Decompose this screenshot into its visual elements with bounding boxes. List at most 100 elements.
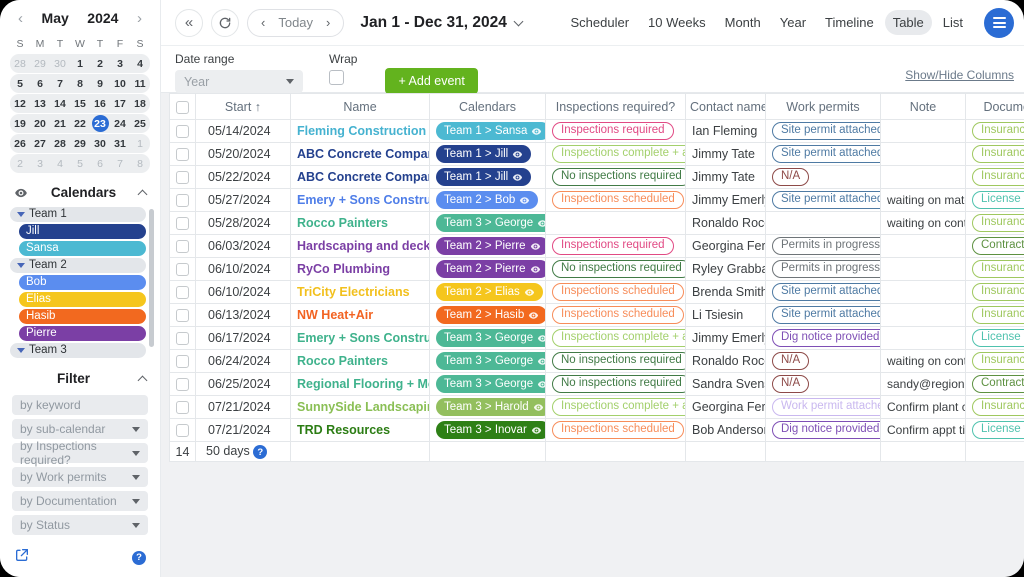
- mini-cal-day[interactable]: 18: [130, 98, 150, 110]
- mini-cal-day[interactable]: 14: [50, 98, 70, 110]
- table-row[interactable]: 06/24/2024Rocco PaintersTeam 3 > GeorgeN…: [170, 350, 1024, 373]
- mini-cal-day[interactable]: 7: [110, 158, 130, 170]
- row-checkbox[interactable]: [176, 309, 189, 322]
- table-row[interactable]: 06/10/2024RyCo PlumbingTeam 2 > PierreNo…: [170, 258, 1024, 281]
- table-row[interactable]: 06/25/2024Regional Flooring + MoreTeam 3…: [170, 373, 1024, 396]
- prev-period-button[interactable]: ‹: [261, 15, 265, 30]
- mini-cal-day[interactable]: 1: [70, 58, 90, 70]
- mini-cal-day[interactable]: 1: [130, 138, 150, 150]
- row-select-cell[interactable]: [170, 373, 196, 396]
- event-name-cell[interactable]: ABC Concrete Company: [291, 166, 430, 189]
- info-icon[interactable]: ?: [253, 445, 267, 459]
- mini-cal-day[interactable]: 6: [90, 158, 110, 170]
- event-name-cell[interactable]: Emery + Sons Construction: [291, 189, 430, 212]
- calendar-item-pierre[interactable]: Pierre: [19, 326, 146, 341]
- mini-cal-day[interactable]: 16: [90, 98, 110, 110]
- row-checkbox[interactable]: [176, 378, 189, 391]
- row-select-cell[interactable]: [170, 235, 196, 258]
- mini-cal-day[interactable]: 3: [30, 158, 50, 170]
- filter-by-inspections-required-[interactable]: by Inspections required?: [12, 443, 148, 463]
- row-checkbox[interactable]: [176, 171, 189, 184]
- help-icon[interactable]: ?: [132, 551, 146, 565]
- row-select-cell[interactable]: [170, 120, 196, 143]
- row-checkbox[interactable]: [176, 148, 189, 161]
- row-checkbox[interactable]: [176, 355, 189, 368]
- row-select-cell[interactable]: [170, 166, 196, 189]
- about-section-header[interactable]: About: [0, 568, 160, 577]
- mini-cal-day[interactable]: 2: [10, 158, 30, 170]
- mini-cal-day[interactable]: 29: [30, 58, 50, 70]
- column-header-inspections-required-[interactable]: Inspections required?: [546, 94, 686, 120]
- chevron-up-icon[interactable]: [138, 376, 148, 386]
- mini-cal-prev-icon[interactable]: ‹: [18, 11, 23, 26]
- calendar-item-sansa[interactable]: Sansa: [19, 241, 146, 256]
- table-row[interactable]: 06/13/2024NW Heat+AirTeam 2 > HasibInspe…: [170, 304, 1024, 327]
- select-all-header[interactable]: [170, 94, 196, 120]
- chevron-up-icon[interactable]: [138, 190, 148, 200]
- table-row[interactable]: 05/20/2024ABC Concrete CompanyTeam 1 > J…: [170, 143, 1024, 166]
- view-tab-month[interactable]: Month: [717, 10, 769, 35]
- view-tab-scheduler[interactable]: Scheduler: [562, 10, 637, 35]
- event-name-cell[interactable]: TriCity Electricians: [291, 281, 430, 304]
- mini-cal-day[interactable]: 28: [50, 138, 70, 150]
- add-event-button[interactable]: + Add event: [385, 68, 477, 94]
- mini-cal-day[interactable]: 23: [90, 115, 110, 132]
- row-select-cell[interactable]: [170, 212, 196, 235]
- mini-cal-day[interactable]: 26: [10, 138, 30, 150]
- view-tab-10-weeks[interactable]: 10 Weeks: [640, 10, 714, 35]
- calendar-item-hasib[interactable]: Hasib: [19, 309, 146, 324]
- filter-by-status[interactable]: by Status: [12, 515, 148, 535]
- mini-cal-day[interactable]: 17: [110, 98, 130, 110]
- mini-cal-day[interactable]: 5: [70, 158, 90, 170]
- table-row[interactable]: 07/21/2024TRD ResourcesTeam 3 > InovarIn…: [170, 419, 1024, 442]
- mini-cal-day[interactable]: 30: [90, 138, 110, 150]
- mini-cal-day[interactable]: 21: [50, 118, 70, 130]
- row-checkbox[interactable]: [176, 263, 189, 276]
- row-checkbox[interactable]: [176, 401, 189, 414]
- next-period-button[interactable]: ›: [326, 15, 330, 30]
- wrap-checkbox[interactable]: [329, 70, 344, 85]
- mini-cal-day[interactable]: 29: [70, 138, 90, 150]
- column-header-contact-name[interactable]: Contact name: [686, 94, 766, 120]
- share-icon[interactable]: [14, 547, 30, 568]
- mini-cal-day[interactable]: 11: [130, 78, 150, 90]
- table-row[interactable]: 06/03/2024Hardscaping and deck remodelTe…: [170, 235, 1024, 258]
- column-header-work-permits[interactable]: Work permits: [766, 94, 881, 120]
- calendars-section-header[interactable]: Calendars: [0, 174, 160, 207]
- mini-cal-day[interactable]: 15: [70, 98, 90, 110]
- mini-cal-day[interactable]: 13: [30, 98, 50, 110]
- mini-cal-day[interactable]: 4: [130, 58, 150, 70]
- event-name-cell[interactable]: Regional Flooring + More: [291, 373, 430, 396]
- table-row[interactable]: 06/10/2024TriCity ElectriciansTeam 2 > E…: [170, 281, 1024, 304]
- collapse-sidebar-button[interactable]: «: [175, 9, 203, 37]
- calendar-item-jill[interactable]: Jill: [19, 224, 146, 239]
- row-select-cell[interactable]: [170, 396, 196, 419]
- event-name-cell[interactable]: Rocco Painters: [291, 350, 430, 373]
- event-name-cell[interactable]: TRD Resources: [291, 419, 430, 442]
- row-select-cell[interactable]: [170, 258, 196, 281]
- selected-day[interactable]: 23: [92, 115, 109, 132]
- mini-cal-day[interactable]: 4: [50, 158, 70, 170]
- row-select-cell[interactable]: [170, 189, 196, 212]
- row-select-cell[interactable]: [170, 143, 196, 166]
- calendar-group-team-1[interactable]: Team 1: [10, 207, 146, 222]
- table-row[interactable]: 07/21/2024SunnySide LandscapingTeam 3 > …: [170, 396, 1024, 419]
- filter-by-documentation[interactable]: by Documentation: [12, 491, 148, 511]
- mini-cal-day[interactable]: 5: [10, 78, 30, 90]
- scrollbar[interactable]: [149, 209, 154, 347]
- refresh-button[interactable]: [211, 9, 239, 37]
- table-row[interactable]: 05/28/2024Rocco PaintersTeam 3 > GeorgeR…: [170, 212, 1024, 235]
- row-select-cell[interactable]: [170, 281, 196, 304]
- mini-cal-day[interactable]: 10: [110, 78, 130, 90]
- mini-cal-day[interactable]: 7: [50, 78, 70, 90]
- view-tab-year[interactable]: Year: [772, 10, 814, 35]
- filter-by-work-permits[interactable]: by Work permits: [12, 467, 148, 487]
- today-button[interactable]: Today: [278, 15, 313, 30]
- calendar-item-bob[interactable]: Bob: [19, 275, 146, 290]
- column-header-note[interactable]: Note: [881, 94, 966, 120]
- row-select-cell[interactable]: [170, 327, 196, 350]
- event-name-cell[interactable]: RyCo Plumbing: [291, 258, 430, 281]
- mini-cal-day[interactable]: 6: [30, 78, 50, 90]
- row-checkbox[interactable]: [176, 194, 189, 207]
- column-header-start[interactable]: Start ↑: [196, 94, 291, 120]
